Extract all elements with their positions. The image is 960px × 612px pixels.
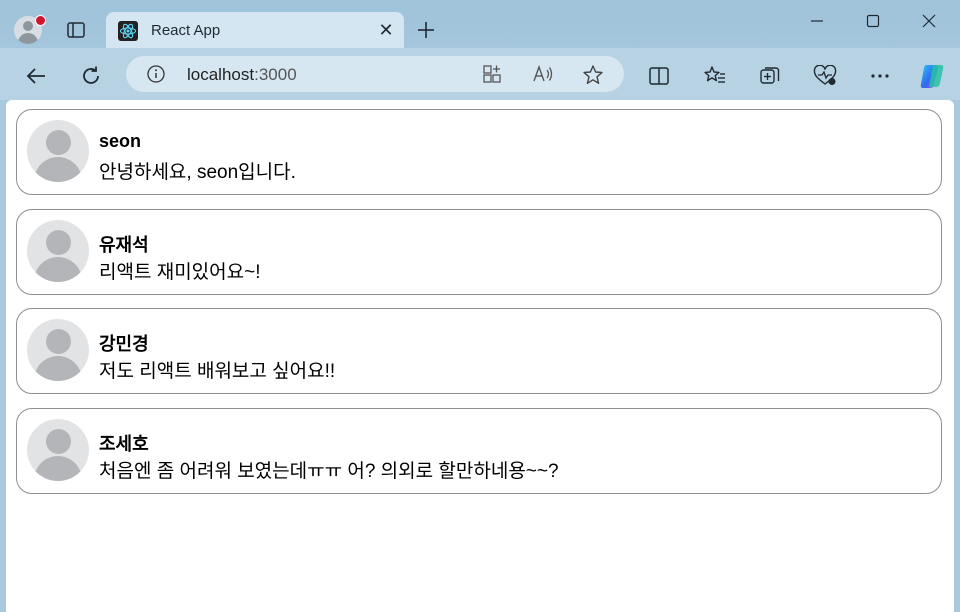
avatar bbox=[27, 319, 89, 381]
copilot-icon bbox=[920, 65, 944, 88]
comment-author: 유재석 bbox=[99, 235, 149, 255]
url-host: localhost bbox=[187, 65, 255, 84]
comment-author: 조세호 bbox=[99, 434, 149, 454]
notification-dot bbox=[35, 15, 46, 26]
plus-icon bbox=[418, 22, 434, 38]
avatar-head-shape bbox=[46, 329, 71, 354]
close-tab-icon[interactable]: ✕ bbox=[376, 20, 396, 40]
comment-card: 강민경 저도 리액트 배워보고 싶어요!! bbox=[16, 308, 942, 394]
avatar-body-shape bbox=[34, 456, 82, 481]
read-aloud-icon[interactable] bbox=[532, 64, 554, 84]
comment-author: 강민경 bbox=[99, 334, 149, 354]
comment-text: 처음엔 좀 어려워 보였는데ㅠㅠ 어? 의외로 할만하네용~~? bbox=[99, 461, 559, 482]
browser-essentials-button[interactable] bbox=[811, 62, 839, 90]
star-favorite-icon[interactable] bbox=[582, 64, 604, 86]
avatar-body-shape bbox=[34, 157, 82, 182]
maximize-icon bbox=[866, 14, 880, 28]
back-button[interactable] bbox=[22, 62, 50, 90]
comment-text: 안녕하세요, seon입니다. bbox=[99, 162, 296, 183]
address-bar[interactable]: localhost:3000 bbox=[126, 56, 624, 92]
avatar-head-shape bbox=[46, 429, 71, 454]
split-screen-icon bbox=[649, 67, 669, 85]
comment-card: 유재석 리액트 재미있어요~! bbox=[16, 209, 942, 295]
favorites-list-icon bbox=[704, 66, 725, 83]
avatar bbox=[27, 419, 89, 481]
tab-actions-icon bbox=[67, 22, 85, 38]
heart-pulse-icon bbox=[813, 65, 837, 85]
minimize-icon bbox=[811, 20, 823, 22]
tab-title: React App bbox=[151, 22, 221, 39]
close-window-button[interactable] bbox=[906, 8, 952, 34]
avatar-body-shape bbox=[34, 257, 82, 282]
page-viewport: seon 안녕하세요, seon입니다. 유재석 리액트 재미있어요~! 강민경… bbox=[6, 100, 954, 612]
more-dots-icon bbox=[871, 74, 889, 78]
url-port: :3000 bbox=[254, 65, 297, 84]
settings-more-button[interactable] bbox=[866, 62, 894, 90]
new-tab-button[interactable] bbox=[414, 18, 438, 42]
copilot-button[interactable] bbox=[916, 60, 948, 92]
avatar bbox=[27, 120, 89, 182]
refresh-button[interactable] bbox=[77, 62, 105, 90]
comment-text: 저도 리액트 배워보고 싶어요!! bbox=[99, 361, 336, 382]
avatar-body-shape bbox=[34, 356, 82, 381]
tab-react-app[interactable]: React App ✕ bbox=[106, 12, 404, 49]
favorites-button[interactable] bbox=[701, 62, 729, 90]
minimize-button[interactable] bbox=[794, 8, 840, 34]
refresh-icon bbox=[83, 66, 99, 84]
collections-icon bbox=[760, 67, 780, 84]
arrow-left-icon bbox=[26, 68, 45, 84]
site-info-icon[interactable] bbox=[146, 64, 166, 84]
comment-card: seon 안녕하세요, seon입니다. bbox=[16, 109, 942, 195]
url-text[interactable]: localhost:3000 bbox=[187, 65, 297, 85]
comment-author: seon bbox=[99, 131, 142, 151]
tab-actions-button[interactable] bbox=[64, 18, 88, 42]
maximize-button[interactable] bbox=[850, 8, 896, 34]
profile-body-shape bbox=[18, 33, 38, 44]
close-icon bbox=[922, 14, 936, 28]
avatar-head-shape bbox=[46, 230, 71, 255]
collections-button[interactable] bbox=[756, 62, 784, 90]
app-available-icon[interactable] bbox=[482, 64, 502, 84]
split-screen-button[interactable] bbox=[645, 62, 673, 90]
comment-card: 조세호 처음엔 좀 어려워 보였는데ㅠㅠ 어? 의외로 할만하네용~~? bbox=[16, 408, 942, 494]
avatar-head-shape bbox=[46, 130, 71, 155]
react-logo-icon bbox=[118, 21, 138, 41]
profile-head-shape bbox=[23, 21, 33, 31]
comment-text: 리액트 재미있어요~! bbox=[99, 262, 261, 283]
avatar bbox=[27, 220, 89, 282]
